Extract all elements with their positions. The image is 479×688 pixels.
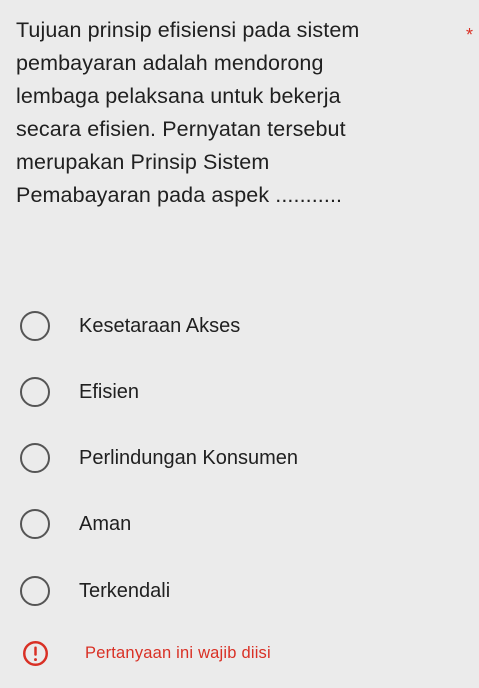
question-line: Tujuan prinsip efisiensi pada sistem: [16, 18, 360, 42]
option-perlindungan-konsumen[interactable]: Perlindungan Konsumen: [20, 438, 298, 478]
option-label: Kesetaraan Akses: [79, 314, 241, 337]
option-label: Efisien: [79, 380, 140, 403]
radio-button[interactable]: [20, 576, 50, 606]
validation-message: Pertanyaan ini wajib diisi: [22, 640, 271, 667]
question-line: merupakan Prinsip Sistem: [16, 150, 270, 174]
option-label: Aman: [79, 512, 132, 535]
required-asterisk: *: [466, 25, 474, 45]
question-line: secara efisien. Pernyatan tersebut: [16, 117, 346, 141]
option-efisien[interactable]: Efisien: [20, 372, 139, 412]
option-terkendali[interactable]: Terkendali: [20, 571, 170, 611]
required-error-text: Pertanyaan ini wajib diisi: [85, 644, 271, 662]
radio-button[interactable]: [20, 311, 50, 341]
option-kesetaraan-akses[interactable]: Kesetaraan Akses: [20, 306, 240, 346]
option-label: Terkendali: [79, 579, 171, 602]
option-label: Perlindungan Konsumen: [79, 446, 299, 469]
option-aman[interactable]: Aman: [20, 504, 131, 544]
radio-button[interactable]: [20, 443, 50, 473]
radio-button[interactable]: [20, 377, 50, 407]
error-icon: [23, 641, 48, 666]
question-line: lembaga pelaksana untuk bekerja: [16, 84, 341, 108]
question-text: Tujuan prinsip efisiensi pada sistem pem…: [16, 14, 446, 212]
question-line: Pemabayaran pada aspek ...........: [16, 183, 343, 207]
radio-button[interactable]: [20, 509, 50, 539]
question-line: pembayaran adalah mendorong: [16, 51, 324, 75]
